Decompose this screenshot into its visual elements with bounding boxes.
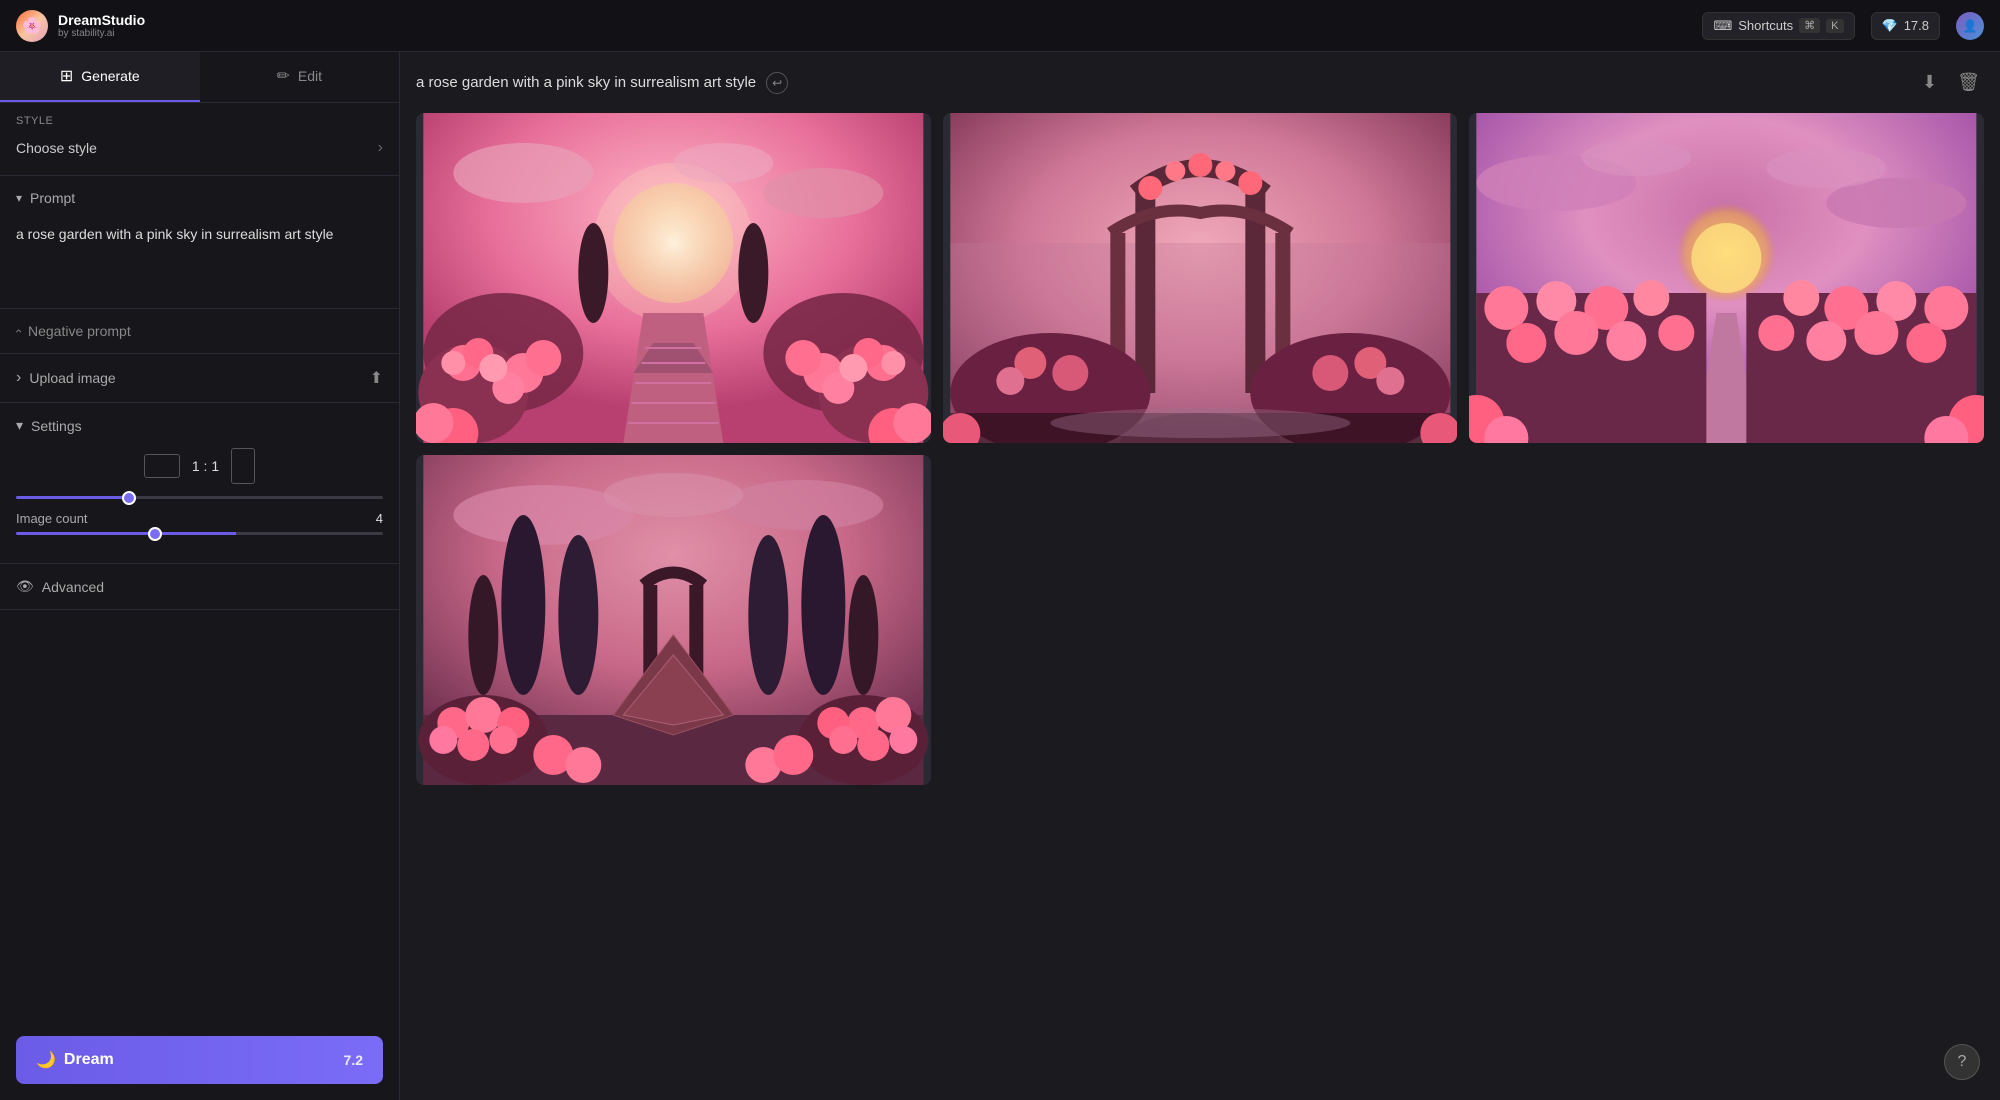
top-nav: 🌸 DreamStudio by stability.ai ⌨ Shortcut… xyxy=(0,0,2000,52)
negative-chevron-icon: › xyxy=(11,329,25,333)
credits-badge: 💎 17.8 xyxy=(1871,12,1941,40)
credits-icon: 💎 xyxy=(1882,18,1898,34)
content-header: a rose garden with a pink sky in surreal… xyxy=(416,68,1984,97)
dream-icon: 🌙 xyxy=(36,1050,56,1070)
dream-label: Dream xyxy=(64,1051,114,1069)
image-count-row: Image count 4 xyxy=(16,511,383,535)
negative-prompt-label: Negative prompt xyxy=(28,323,131,339)
tab-edit[interactable]: ✏ Edit xyxy=(200,52,400,102)
dream-btn-area: 🌙 Dream 7.2 xyxy=(0,1020,399,1100)
tab-generate-label: Generate xyxy=(81,68,139,84)
ar-slider-row xyxy=(16,496,383,499)
tab-bar: ⊞ Generate ✏ Edit xyxy=(0,52,399,103)
delete-button[interactable]: 🗑 xyxy=(1953,68,1984,97)
aspect-ratio-row: 1 : 1 xyxy=(16,448,383,484)
image-count-label-row: Image count 4 xyxy=(16,511,383,526)
ar-tall-icon xyxy=(231,448,255,484)
header-actions: ⬇ 🗑 xyxy=(1918,68,1984,97)
dream-cost: 7.2 xyxy=(344,1052,363,1068)
settings-label: Settings xyxy=(31,418,82,434)
image-card-1[interactable] xyxy=(416,113,931,443)
prompt-textarea[interactable] xyxy=(16,224,383,287)
user-avatar[interactable]: 👤 xyxy=(1956,12,1984,40)
shortcuts-label: Shortcuts xyxy=(1738,18,1793,33)
aspect-ratio-slider[interactable] xyxy=(16,496,383,499)
advanced-toggle[interactable]: 👁 Advanced xyxy=(16,578,383,595)
prompt-area xyxy=(0,220,399,308)
app-title: DreamStudio xyxy=(58,12,145,28)
monitor-icon: ⌨ xyxy=(1713,18,1732,34)
ar-label: 1 : 1 xyxy=(192,458,219,474)
chevron-upload-icon: › xyxy=(16,369,21,387)
dream-btn-left: 🌙 Dream xyxy=(36,1050,114,1070)
style-section: Style Choose style › xyxy=(0,103,399,176)
upload-label: Upload image xyxy=(29,370,115,386)
logo-area: 🌸 DreamStudio by stability.ai xyxy=(16,10,145,42)
content-title: a rose garden with a pink sky in surreal… xyxy=(416,74,756,91)
prompt-chevron-icon: ▾ xyxy=(16,191,22,205)
image-card-2[interactable] xyxy=(943,113,1458,443)
tab-generate[interactable]: ⊞ Generate xyxy=(0,52,200,102)
upload-section[interactable]: › Upload image ⬆ xyxy=(0,354,399,403)
nav-right: ⌨ Shortcuts ⌘ K 💎 17.8 👤 xyxy=(1702,12,1984,40)
help-button[interactable]: ? xyxy=(1944,1044,1980,1080)
prompt-section: ▾ Prompt xyxy=(0,176,399,309)
content-title-area: a rose garden with a pink sky in surreal… xyxy=(416,72,788,94)
eye-icon: 👁 xyxy=(16,578,34,595)
ar-wide-icon xyxy=(144,454,180,478)
credits-value: 17.8 xyxy=(1904,18,1929,33)
negative-prompt-header[interactable]: › Negative prompt xyxy=(0,309,399,353)
edit-icon: ✏ xyxy=(276,66,289,86)
image-count-value: 4 xyxy=(376,511,383,526)
prompt-header-label: Prompt xyxy=(30,190,75,206)
negative-prompt-section: › Negative prompt xyxy=(0,309,399,354)
shortcuts-button[interactable]: ⌨ Shortcuts ⌘ K xyxy=(1702,12,1854,40)
advanced-label: Advanced xyxy=(42,579,104,595)
image-card-3[interactable] xyxy=(1469,113,1984,443)
image-count-slider[interactable] xyxy=(16,532,383,535)
prompt-header[interactable]: ▾ Prompt xyxy=(0,176,399,220)
logo-text: DreamStudio by stability.ai xyxy=(58,12,145,39)
settings-chevron-icon: ▾ xyxy=(16,417,23,434)
shortcut-key2: K xyxy=(1826,19,1843,33)
dream-button[interactable]: 🌙 Dream 7.2 xyxy=(16,1036,383,1084)
download-button[interactable]: ⬇ xyxy=(1918,68,1941,97)
style-picker[interactable]: Choose style › xyxy=(16,133,383,163)
image-count-label: Image count xyxy=(16,511,88,526)
upload-left: › Upload image xyxy=(16,369,116,387)
advanced-section: 👁 Advanced xyxy=(0,564,399,610)
app-subtitle: by stability.ai xyxy=(58,28,145,39)
style-selector: Style Choose style › xyxy=(0,103,399,175)
settings-header[interactable]: ▾ Settings xyxy=(16,403,383,448)
style-label: Style xyxy=(16,115,383,127)
image-grid xyxy=(416,113,1984,785)
image-card-4[interactable] xyxy=(416,455,931,785)
main-content: a rose garden with a pink sky in surreal… xyxy=(400,52,2000,1100)
settings-section: ▾ Settings 1 : 1 Image count 4 xyxy=(0,403,399,564)
sidebar: ⊞ Generate ✏ Edit Style Choose style › ▾ xyxy=(0,52,400,1100)
help-icon: ? xyxy=(1958,1053,1967,1071)
info-circle-button[interactable]: ↩ xyxy=(766,72,788,94)
upload-arrow-icon: ⬆ xyxy=(370,368,383,388)
shortcut-key1: ⌘ xyxy=(1799,18,1820,33)
tab-edit-label: Edit xyxy=(298,68,322,84)
style-picker-text: Choose style xyxy=(16,140,97,156)
logo-icon: 🌸 xyxy=(16,10,48,42)
chevron-right-icon: › xyxy=(378,139,383,157)
generate-icon: ⊞ xyxy=(60,66,73,86)
main-layout: ⊞ Generate ✏ Edit Style Choose style › ▾ xyxy=(0,52,2000,1100)
